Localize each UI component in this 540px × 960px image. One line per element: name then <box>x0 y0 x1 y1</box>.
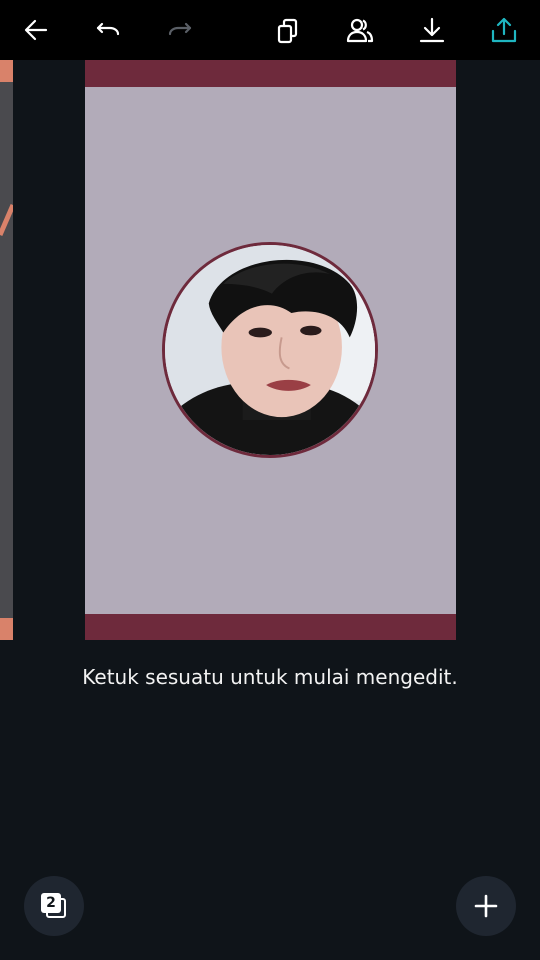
page-count-button[interactable]: 2 <box>24 876 84 936</box>
previous-page-shape <box>0 204 13 236</box>
redo-icon <box>168 22 192 36</box>
redo-button[interactable] <box>158 8 202 52</box>
undo-button[interactable] <box>86 8 130 52</box>
add-element-button[interactable] <box>456 876 516 936</box>
upload-share-icon <box>491 17 517 43</box>
circular-photo-frame[interactable] <box>162 242 378 458</box>
share-people-icon <box>346 18 374 43</box>
previous-page-top-band <box>0 60 13 82</box>
canvas-top-band[interactable] <box>85 60 456 87</box>
editing-hint-text: Ketuk sesuatu untuk mulai mengedit. <box>82 665 458 689</box>
design-canvas[interactable] <box>85 60 456 640</box>
page-count-label: 2 <box>41 893 61 913</box>
duplicate-page-icon <box>277 18 298 44</box>
previous-page-thumbnail[interactable] <box>0 60 13 640</box>
plus-icon <box>474 894 498 918</box>
top-toolbar <box>0 0 540 60</box>
download-icon <box>419 17 445 43</box>
canvas-bottom-band[interactable] <box>85 614 456 640</box>
portrait-photo <box>165 245 375 455</box>
previous-page-bottom-band <box>0 618 13 640</box>
back-arrow-icon <box>24 19 48 41</box>
upload-share-button[interactable] <box>482 8 526 52</box>
share-people-button[interactable] <box>338 8 382 52</box>
duplicate-page-button[interactable] <box>266 8 310 52</box>
back-button[interactable] <box>14 8 58 52</box>
undo-icon <box>96 22 120 36</box>
pages-stack-icon: 2 <box>41 893 67 919</box>
download-button[interactable] <box>410 8 454 52</box>
